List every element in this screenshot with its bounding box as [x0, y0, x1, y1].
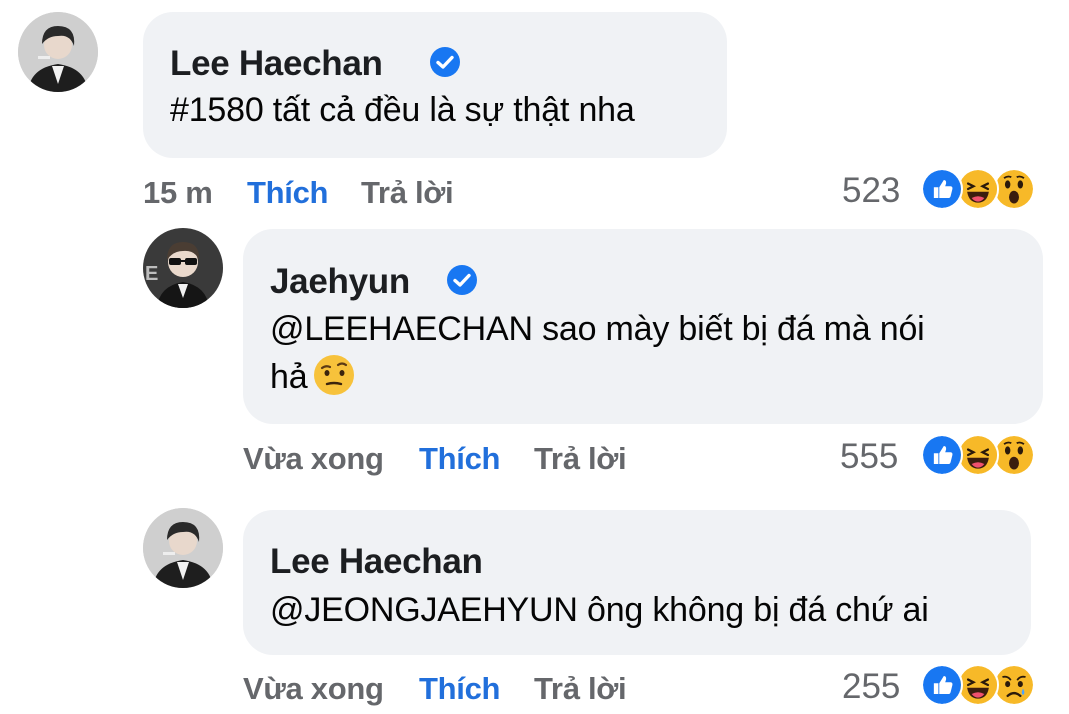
reply-button[interactable]: Trả lời [534, 671, 627, 707]
like-reaction-icon [921, 664, 963, 706]
reactions-group[interactable] [921, 168, 1041, 210]
reply-button[interactable]: Trả lời [534, 441, 627, 477]
reaction-count[interactable]: 555 [840, 437, 898, 477]
like-reaction-icon [921, 434, 963, 476]
wow-reaction-icon [993, 434, 1035, 476]
like-button[interactable]: Thích [247, 175, 328, 211]
comment-text: @JEONGJAEHYUN ông không bị đá chứ ai [270, 591, 929, 629]
like-button[interactable]: Thích [419, 441, 500, 477]
comment-time[interactable]: Vừa xong [243, 441, 384, 477]
like-reaction-icon [921, 168, 963, 210]
like-button[interactable]: Thích [419, 671, 500, 707]
comment-time[interactable]: Vừa xong [243, 671, 384, 707]
reactions-group[interactable] [921, 664, 1041, 706]
wow-reaction-icon [993, 168, 1035, 210]
verified-badge-icon [430, 47, 460, 77]
sad-reaction-icon [993, 664, 1035, 706]
reaction-count[interactable]: 523 [842, 171, 900, 211]
comment-bubble [143, 12, 727, 158]
comment-text: #1580 tất cả đều là sự thật nha [170, 91, 635, 129]
avatar[interactable] [143, 508, 223, 588]
haha-reaction-icon [957, 434, 999, 476]
reactions-group[interactable] [921, 434, 1041, 476]
comment-text-line-2: hả [270, 358, 308, 396]
reply-button[interactable]: Trả lời [361, 175, 454, 211]
svg-text:E: E [145, 263, 158, 285]
haha-reaction-icon [957, 664, 999, 706]
comment-author[interactable]: Lee Haechan [170, 44, 383, 84]
comment-author[interactable]: Lee Haechan [270, 542, 483, 582]
reaction-count[interactable]: 255 [842, 667, 900, 707]
avatar[interactable]: E [143, 228, 223, 308]
verified-badge-icon [447, 265, 477, 295]
comment-author[interactable]: Jaehyun [270, 262, 410, 302]
raised-eyebrow-emoji-icon [314, 355, 355, 395]
comment-text-line-1: @LEEHAECHAN sao mày biết bị đá mà nói [270, 310, 925, 348]
haha-reaction-icon [957, 168, 999, 210]
comment-time[interactable]: 15 m [143, 175, 213, 211]
avatar[interactable] [18, 12, 98, 92]
comment-text: @LEEHAECHAN sao mày biết bị đá mà nói hả [270, 305, 925, 401]
